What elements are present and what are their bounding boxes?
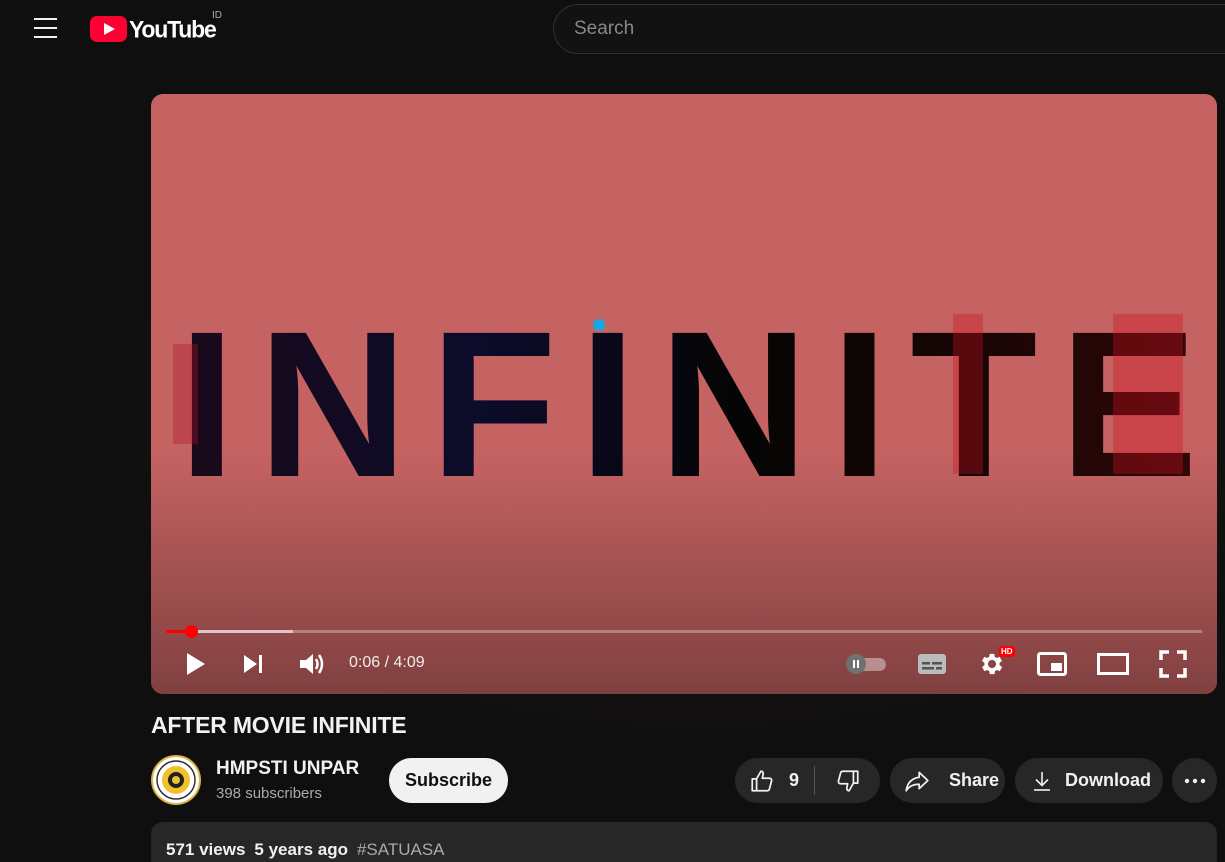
more-horizontal-icon xyxy=(1184,778,1205,783)
thumbs-up-icon xyxy=(751,769,773,792)
upload-age: 5 years ago xyxy=(254,840,348,859)
volume-icon xyxy=(300,654,324,674)
description-meta: 571 views 5 years ago #SATUASA xyxy=(166,840,445,860)
next-icon xyxy=(244,655,262,673)
like-count: 9 xyxy=(789,770,800,790)
channel-logo-icon xyxy=(156,760,196,800)
fullscreen-icon xyxy=(1159,650,1187,678)
miniplayer-button[interactable] xyxy=(1035,646,1069,682)
theater-mode-button[interactable] xyxy=(1095,646,1131,682)
like-dislike-group: 9 xyxy=(735,758,880,803)
description-box[interactable]: 571 views 5 years ago #SATUASA xyxy=(151,822,1217,862)
miniplayer-icon xyxy=(1037,652,1067,676)
subscribe-button[interactable]: Subscribe xyxy=(389,758,508,803)
share-button[interactable]: Share xyxy=(890,758,1005,803)
menu-icon[interactable] xyxy=(23,6,67,50)
youtube-logo[interactable]: YouTube ID xyxy=(90,10,222,43)
more-actions-button[interactable] xyxy=(1172,758,1217,803)
subscriber-count: 398 subscribers xyxy=(216,785,322,802)
next-button[interactable] xyxy=(237,646,269,682)
progress-bar[interactable] xyxy=(166,625,1202,638)
search-input[interactable] xyxy=(574,18,1174,40)
play-icon xyxy=(187,653,205,675)
download-icon xyxy=(1034,771,1050,791)
time-display: 0:06 / 4:09 xyxy=(349,654,425,671)
share-icon xyxy=(905,770,929,792)
play-button[interactable] xyxy=(179,646,211,682)
view-count: 571 views xyxy=(166,840,246,859)
theater-icon xyxy=(1097,653,1129,675)
youtube-play-icon xyxy=(90,16,127,42)
like-button[interactable]: 9 xyxy=(735,758,815,803)
video-title: AFTER MOVIE INFINITE xyxy=(151,712,407,738)
country-code: ID xyxy=(212,10,222,21)
fullscreen-button[interactable] xyxy=(1156,646,1190,682)
logo-text: YouTube xyxy=(129,14,217,43)
subtitles-icon xyxy=(918,654,946,674)
thumbs-down-icon xyxy=(837,769,859,792)
download-button[interactable]: Download xyxy=(1015,758,1163,803)
volume-button[interactable] xyxy=(296,646,328,682)
subtitles-button[interactable] xyxy=(915,646,949,682)
pause-icon xyxy=(846,654,866,674)
search-box[interactable] xyxy=(553,4,1225,54)
autoplay-toggle[interactable] xyxy=(846,654,888,674)
share-label: Share xyxy=(949,770,1000,790)
download-label: Download xyxy=(1065,770,1151,790)
scrubber-handle[interactable] xyxy=(184,625,198,638)
dislike-button[interactable] xyxy=(815,758,880,803)
hd-badge: HD xyxy=(999,646,1015,657)
hashtag-link[interactable]: #SATUASA xyxy=(357,840,445,860)
channel-name[interactable]: HMPSTI UNPAR xyxy=(216,758,359,780)
channel-avatar[interactable] xyxy=(151,755,201,805)
masthead: YouTube ID xyxy=(0,0,1225,56)
video-player[interactable]: INFINITE 0:06 / 4:09 HD xyxy=(151,94,1217,694)
